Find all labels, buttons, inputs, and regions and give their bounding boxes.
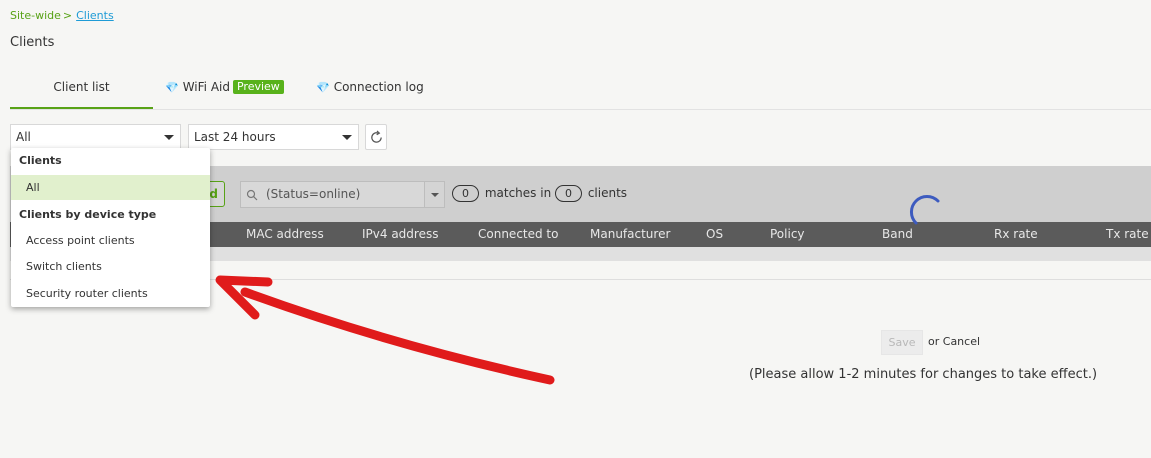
column-header-rx-rate[interactable]: Rx rate — [994, 222, 1038, 247]
annotation-arrow-icon — [215, 275, 555, 385]
column-header-ipv4[interactable]: IPv4 address — [362, 222, 438, 247]
cancel-group: or Cancel — [928, 335, 980, 348]
client-type-select-value: All — [16, 130, 31, 144]
matches-count: 0 — [452, 185, 479, 202]
tab-client-list[interactable]: Client list — [10, 72, 153, 109]
column-header-os[interactable]: OS — [706, 222, 723, 247]
dropdown-item-access-point-clients[interactable]: Access point clients — [11, 228, 210, 253]
dropdown-group-header-clients: Clients — [19, 154, 62, 167]
refresh-icon — [371, 130, 382, 143]
save-button[interactable]: Save — [881, 330, 923, 355]
cancel-link[interactable]: Cancel — [943, 335, 980, 348]
breadcrumb: Site-wide > Clients — [10, 9, 114, 22]
breadcrumb-current-link[interactable]: Clients — [76, 9, 114, 22]
client-type-select[interactable]: All — [10, 124, 181, 150]
column-header-tx-rate[interactable]: Tx rate — [1106, 222, 1149, 247]
clients-count: 0 — [555, 185, 582, 202]
chevron-down-icon — [342, 135, 352, 140]
preview-badge: Preview — [232, 80, 284, 94]
tab-connection-log-label: Connection log — [333, 80, 424, 94]
column-header-connected-to[interactable]: Connected to — [478, 222, 558, 247]
time-range-select[interactable]: Last 24 hours — [188, 124, 359, 150]
breadcrumb-root[interactable]: Site-wide — [10, 9, 61, 22]
dropdown-item-all[interactable]: All — [11, 175, 210, 200]
time-range-select-value: Last 24 hours — [194, 130, 276, 144]
matches-label: matches in — [484, 186, 552, 200]
or-label: or — [928, 335, 940, 348]
apply-notice: (Please allow 1-2 minutes for changes to… — [749, 367, 1098, 382]
tab-client-list-label: Client list — [53, 80, 110, 94]
tab-wifi-aid[interactable]: 💎 WiFi Aid Preview — [165, 72, 284, 109]
search-input[interactable]: (Status=online) — [240, 181, 445, 208]
gem-icon: 💎 — [316, 81, 330, 94]
column-header-mac[interactable]: MAC address — [246, 222, 324, 247]
tab-wifi-aid-label: WiFi Aid — [182, 80, 230, 94]
dropdown-item-security-router-clients[interactable]: Security router clients — [11, 281, 210, 306]
column-header-policy[interactable]: Policy — [770, 222, 805, 247]
dropdown-group-header-device-type: Clients by device type — [19, 208, 157, 221]
search-input-value: (Status=online) — [266, 187, 361, 201]
loading-spinner-icon — [909, 194, 940, 225]
breadcrumb-separator: > — [62, 9, 73, 22]
tab-bar: Client list 💎 WiFi Aid Preview 💎 Connection… — [10, 72, 1151, 110]
tab-connection-log[interactable]: 💎 Connection log — [316, 72, 424, 109]
chevron-down-icon — [164, 135, 174, 140]
search-icon — [246, 189, 258, 201]
page-title: Clients — [10, 35, 55, 50]
match-summary: 0 matches in 0 clients — [452, 185, 627, 202]
client-type-dropdown-menu: Clients All Clients by device type Acces… — [11, 148, 210, 307]
gem-icon: 💎 — [165, 81, 179, 94]
clients-label: clients — [587, 186, 628, 200]
dropdown-item-switch-clients[interactable]: Switch clients — [11, 254, 210, 279]
column-header-manufacturer[interactable]: Manufacturer — [590, 222, 670, 247]
search-options-dropdown[interactable] — [424, 182, 444, 207]
refresh-button[interactable] — [365, 124, 387, 150]
